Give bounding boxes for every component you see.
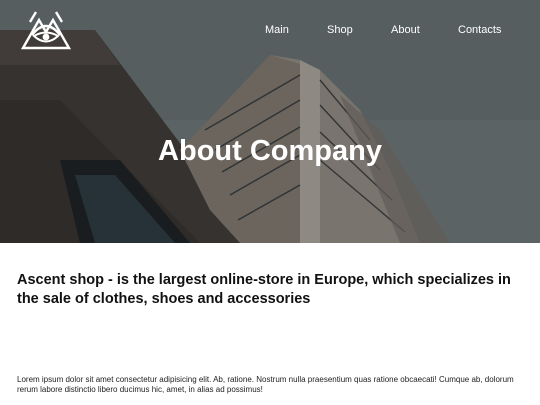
nav-contacts-link[interactable]: Contacts bbox=[458, 23, 501, 37]
main-navigation: Main Shop About Contacts bbox=[0, 23, 540, 37]
nav-about-link[interactable]: About bbox=[391, 23, 420, 37]
nav-shop-link[interactable]: Shop bbox=[327, 23, 353, 37]
company-intro-heading: Ascent shop - is the largest online-stor… bbox=[17, 272, 511, 307]
page-title: About Company bbox=[158, 135, 382, 167]
hero-banner: Main Shop About Contacts About Company bbox=[0, 0, 540, 243]
nav-main-link[interactable]: Main bbox=[265, 23, 289, 37]
company-description-text: Lorem ipsum dolor sit amet consectetur a… bbox=[17, 375, 514, 394]
